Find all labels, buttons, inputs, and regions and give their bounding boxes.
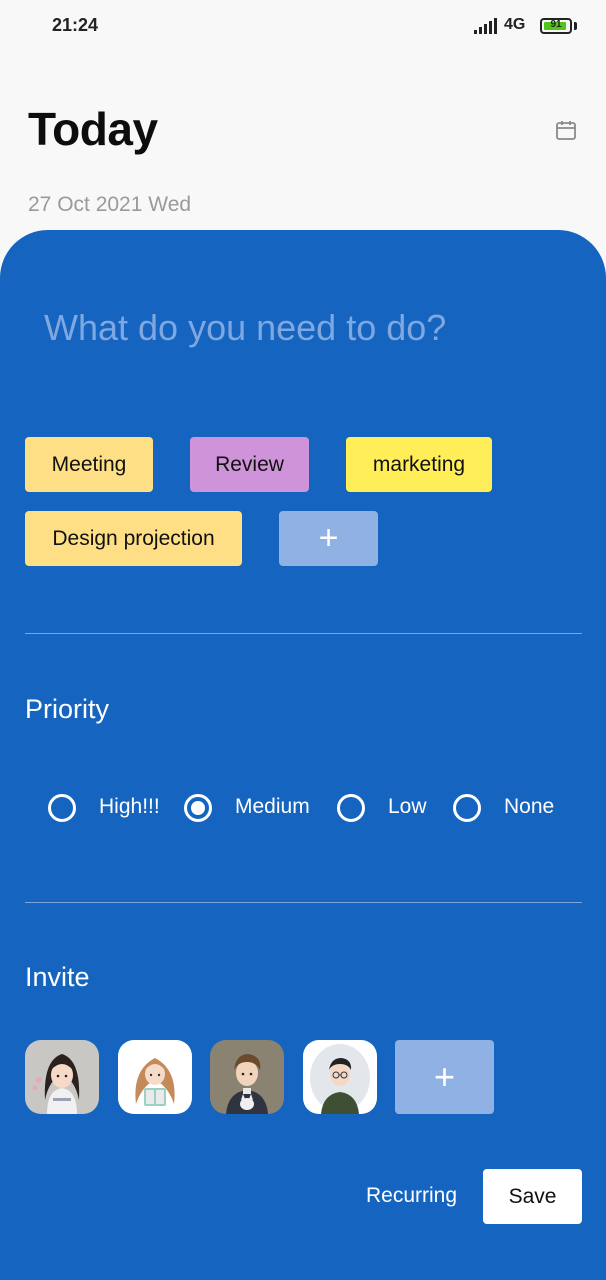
priority-radio-high[interactable]: [48, 794, 76, 822]
battery-icon: 91: [540, 18, 572, 34]
battery-percent: 91: [550, 19, 562, 30]
priority-label: Priority: [25, 694, 110, 724]
priority-radio-none[interactable]: [453, 794, 481, 822]
save-button[interactable]: Save: [483, 1169, 582, 1224]
tag-marketing[interactable]: marketing: [346, 437, 492, 492]
recurring-button[interactable]: Recurring: [366, 1184, 457, 1208]
status-bar: 21:24 4G 91: [0, 0, 606, 56]
avatar-boy-with-cat[interactable]: [210, 1040, 284, 1114]
task-input[interactable]: [44, 305, 564, 351]
avatar-girl-long-hair[interactable]: [25, 1040, 99, 1114]
signal-bars-icon: [474, 18, 497, 34]
status-time: 21:24: [52, 15, 99, 35]
tag-design-projection[interactable]: Design projection: [25, 511, 242, 566]
tag-review[interactable]: Review: [190, 437, 309, 492]
invite-label: Invite: [25, 962, 90, 992]
avatar-boy-glasses[interactable]: [303, 1040, 377, 1114]
add-invitee-button[interactable]: +: [395, 1040, 494, 1114]
priority-label-high[interactable]: High!!!: [99, 795, 160, 819]
add-tag-button[interactable]: +: [279, 511, 378, 566]
priority-radio-medium[interactable]: [184, 794, 212, 822]
divider: [25, 633, 582, 634]
task-panel: [0, 230, 606, 1280]
divider: [25, 902, 582, 903]
date-label: 27 Oct 2021 Wed: [28, 193, 192, 216]
priority-radio-low[interactable]: [337, 794, 365, 822]
page-title: Today: [28, 103, 158, 155]
tag-meeting[interactable]: Meeting: [25, 437, 153, 492]
battery-tip: [574, 22, 577, 30]
priority-label-medium[interactable]: Medium: [235, 795, 310, 819]
avatar-girl-reading[interactable]: [118, 1040, 192, 1114]
network-type: 4G: [504, 16, 526, 33]
calendar-icon[interactable]: [554, 118, 578, 142]
priority-label-none[interactable]: None: [504, 795, 554, 819]
priority-label-low[interactable]: Low: [388, 795, 427, 819]
